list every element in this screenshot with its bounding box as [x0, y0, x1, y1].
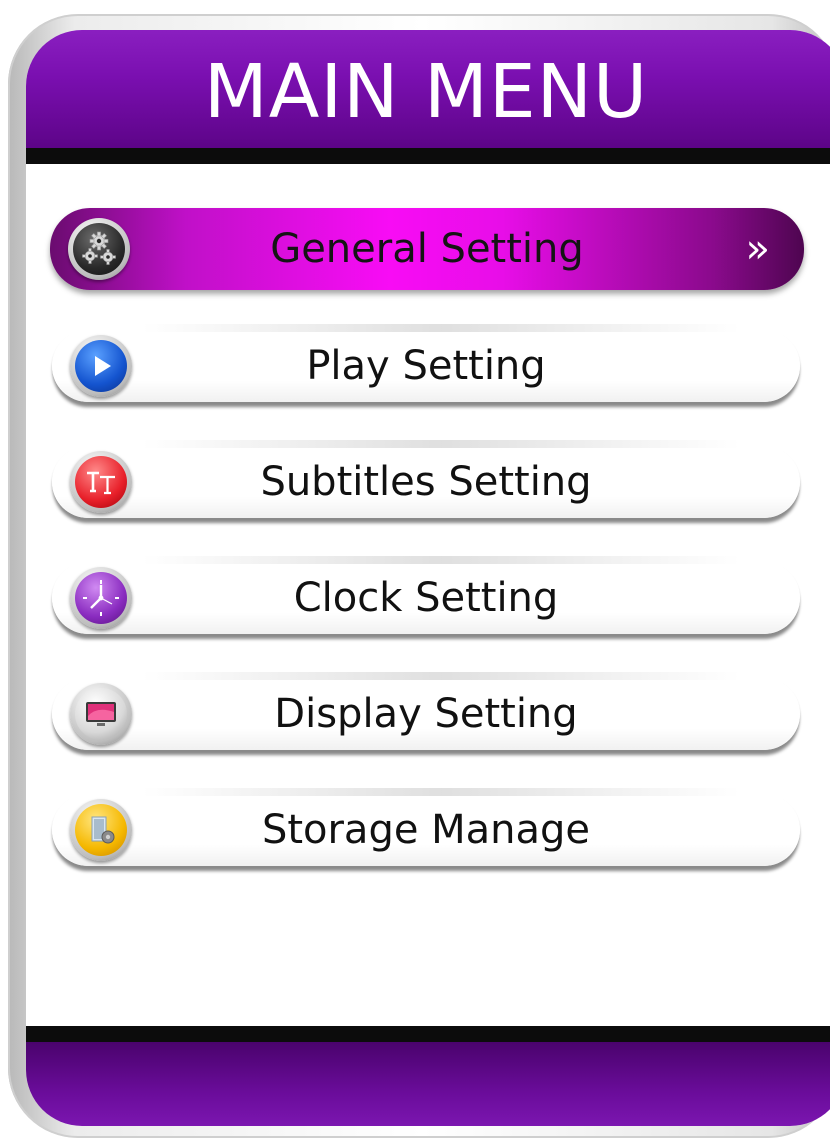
header-divider [26, 148, 830, 164]
menu-item-clock-setting[interactable]: Clock Setting [52, 556, 800, 634]
menu-item-label: Storage Manage [261, 807, 591, 853]
menu-item-subtitles-setting[interactable]: Subtitles Setting [52, 440, 800, 518]
footer-divider [26, 1026, 830, 1042]
menu-item-label: Display Setting [274, 691, 578, 737]
menu-header: MAIN MENU [26, 30, 830, 148]
chevron-double-right-icon: » [745, 226, 770, 272]
menu-item-label: Subtitles Setting [260, 459, 592, 505]
menu-item-play-setting[interactable]: Play Setting [52, 324, 800, 402]
menu-title: MAIN MENU [203, 49, 649, 135]
menu-item-storage-manage[interactable]: Storage Manage [52, 788, 800, 866]
menu-item-display-setting[interactable]: Display Setting [52, 672, 800, 750]
menu-item-label: General Setting [270, 226, 584, 272]
menu-item-label: Play Setting [306, 343, 546, 389]
menu-footer [26, 1042, 830, 1126]
menu-item-label: Clock Setting [293, 575, 559, 621]
menu-item-general-setting[interactable]: General Setting » [50, 208, 804, 290]
